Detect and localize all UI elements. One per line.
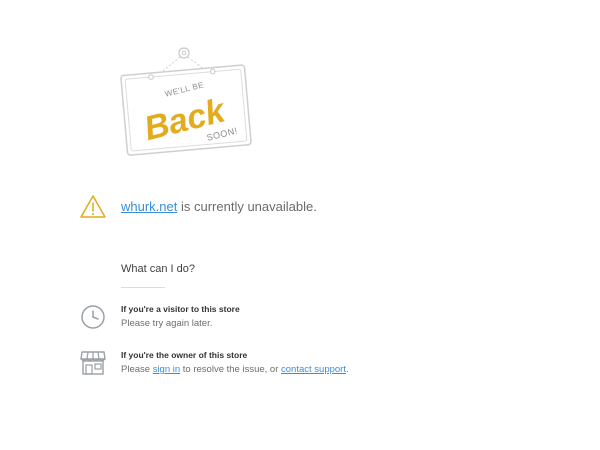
owner-text: Please sign in to resolve the issue, or …	[121, 364, 349, 375]
back-soon-sign-illustration: WE'LL BE Back SOON!	[120, 47, 252, 156]
owner-text-middle: to resolve the issue, or	[180, 364, 282, 375]
visitor-title: If you're a visitor to this store	[121, 304, 240, 314]
owner-text-before: Please	[121, 364, 153, 375]
status-message: whurk.net is currently unavailable.	[121, 199, 317, 214]
help-title: What can I do?	[121, 263, 195, 275]
status-text: is currently unavailable.	[177, 199, 317, 214]
owner-title: If you're the owner of this store	[121, 350, 248, 360]
owner-text-after: .	[345, 364, 349, 375]
clock-icon	[81, 305, 105, 329]
contact-support-link[interactable]: contact support	[281, 364, 346, 375]
store-domain-link[interactable]: whurk.net	[121, 199, 177, 214]
visitor-text: Please try again later.	[121, 318, 213, 329]
storefront-icon	[80, 351, 106, 375]
page: WE'LL BE Back SOON! whurk.net is current…	[0, 0, 600, 450]
divider	[121, 287, 165, 288]
warning-icon	[80, 195, 106, 218]
sign-in-link[interactable]: sign in	[153, 364, 180, 375]
